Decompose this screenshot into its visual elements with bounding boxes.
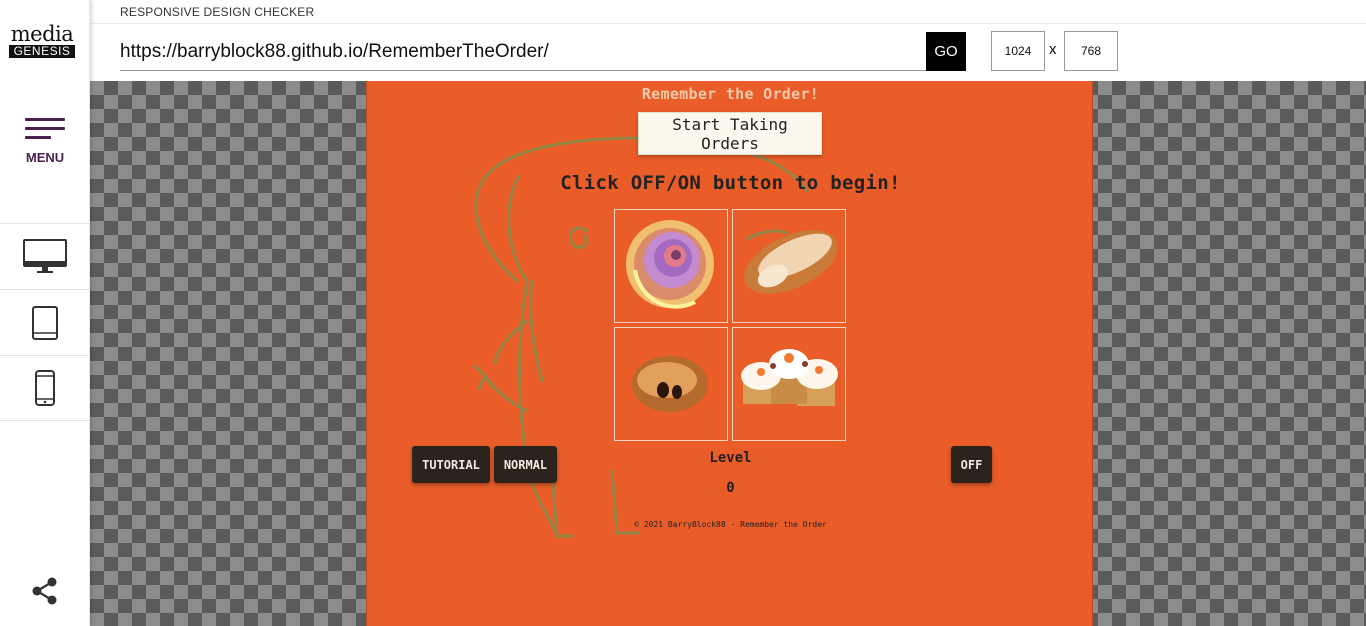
chocolate-croissant-tile[interactable] (614, 327, 728, 441)
power-toggle-button[interactable]: OFF (951, 446, 992, 483)
cinnamon-roll-tile[interactable] (614, 209, 728, 323)
media-genesis-logo[interactable]: media GENESIS (9, 24, 75, 58)
width-input[interactable] (991, 31, 1045, 71)
footer-copyright: © 2021 BarryBlock88 - Remember the Order (634, 520, 827, 529)
dimension-separator: x (1049, 41, 1057, 58)
sidebar: media GENESIS MENU (0, 0, 90, 626)
device-phone-button[interactable] (0, 355, 90, 421)
menu-button[interactable]: MENU (0, 118, 90, 165)
share-button[interactable] (30, 576, 60, 606)
cupcakes-tile[interactable] (732, 327, 846, 441)
height-input[interactable] (1064, 31, 1118, 71)
instruction-text: Click OFF/ON button to begin! (560, 172, 901, 194)
app-title: RESPONSIVE DESIGN CHECKER (120, 5, 315, 19)
go-button[interactable]: GO (926, 32, 966, 71)
cupcakes-icon (741, 349, 838, 406)
game-title: Remember the Order! (641, 85, 820, 103)
device-tablet-button[interactable] (0, 289, 90, 355)
logo-text-bottom: GENESIS (9, 45, 75, 58)
hamburger-icon (25, 118, 65, 142)
bread-roll-tile[interactable] (732, 209, 846, 323)
header-bar: RESPONSIVE DESIGN CHECKER GO x (90, 0, 1366, 81)
share-icon (32, 577, 57, 605)
url-input[interactable] (120, 33, 926, 71)
bread-character-doodle (473, 136, 809, 538)
start-taking-orders-button[interactable]: Start Taking Orders (638, 112, 822, 155)
tablet-icon (32, 305, 58, 340)
desktop-icon (23, 238, 67, 273)
cinnamon-roll-icon (626, 220, 714, 309)
phone-icon (35, 370, 55, 406)
preview-viewport: Remember the Order! Start Taking Orders … (366, 81, 1093, 626)
logo-text-top: media (10, 22, 74, 46)
bread-roll-icon (744, 230, 838, 294)
device-desktop-button[interactable] (0, 223, 90, 289)
croissant-icon (632, 356, 708, 412)
header-divider (90, 23, 1366, 24)
menu-label: MENU (25, 150, 65, 165)
